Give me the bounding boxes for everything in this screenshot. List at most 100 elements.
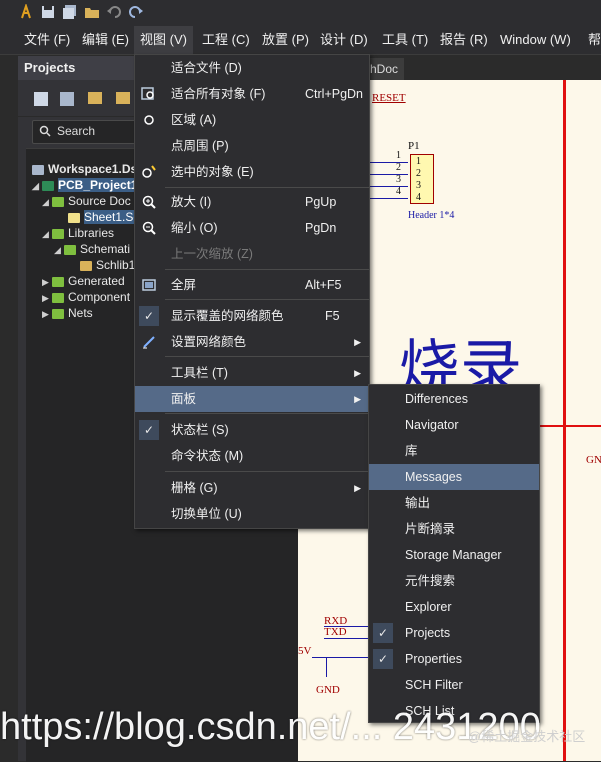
menu-item-status-bar[interactable]: ✓ 状态栏 (S) (135, 417, 369, 443)
search-icon (39, 125, 51, 137)
check-icon: ✓ (139, 420, 159, 440)
menu-item-panels[interactable]: 面板 ▶ (135, 386, 369, 412)
menu-file[interactable]: 文件 (F) (18, 26, 76, 54)
expand-icon[interactable]: ◢ (42, 226, 50, 242)
txd-net-label: TXD (324, 626, 347, 638)
collapse-icon[interactable]: ▶ (42, 274, 50, 290)
check-icon: ✓ (139, 306, 159, 326)
tree-item-workspace[interactable]: Workspace1.Dsn (32, 161, 145, 177)
wire (368, 162, 408, 163)
menu-item-fullscreen[interactable]: 全屏 Alt+F5 (135, 272, 369, 298)
fullscreen-icon (142, 279, 156, 291)
wire (312, 657, 368, 658)
menu-bar: 文件 (F) 编辑 (E) 视图 (V) 工程 (C) 放置 (P) 设计 (D… (0, 26, 601, 55)
menu-item-command-status[interactable]: 命令状态 (M) (135, 443, 369, 469)
menu-item-toggle-units[interactable]: 切换单位 (U) (135, 501, 369, 527)
menu-item-zoom-in[interactable]: 放大 (I) PgUp (135, 189, 369, 215)
folder-icon (52, 196, 64, 207)
expand-icon[interactable]: ◢ (42, 194, 50, 210)
menu-item-set-net-color[interactable]: 设置网络颜色 ▶ (135, 329, 369, 355)
panel-item-properties[interactable]: ✓ Properties (369, 646, 539, 672)
redo-icon[interactable] (128, 4, 144, 20)
pin-number: 3 (396, 174, 401, 185)
menu-item-grids[interactable]: 栅格 (G) ▶ (135, 475, 369, 501)
open-project-icon[interactable] (88, 92, 102, 104)
menu-item-fit-document[interactable]: 适合文件 (D) (135, 55, 369, 81)
panel-item-explorer[interactable]: Explorer (369, 594, 539, 620)
tree-item-schematic-libraries[interactable]: ◢ Schemati (54, 241, 130, 257)
tree-item-schlib1[interactable]: Schlib1 (80, 257, 135, 273)
search-placeholder: Search (57, 124, 96, 138)
menu-item-selected-objects[interactable]: 选中的对象 (E) (135, 159, 369, 185)
menu-item-show-net-color[interactable]: ✓ 显示覆盖的网络颜色 F5 (135, 303, 369, 329)
panel-item-storage-manager[interactable]: Storage Manager (369, 542, 539, 568)
collapse-icon[interactable]: ▶ (42, 290, 50, 306)
wire (368, 174, 408, 175)
expand-icon[interactable]: ◢ (32, 178, 40, 194)
menu-place[interactable]: 放置 (P) (256, 26, 315, 54)
menu-item-area[interactable]: 区域 (A) (135, 107, 369, 133)
open-folder-icon[interactable] (84, 4, 100, 20)
sheet-border-line (563, 80, 566, 761)
menu-item-fit-all-objects[interactable]: 适合所有对象 (F) Ctrl+PgDn (135, 81, 369, 107)
panel-item-library[interactable]: 库 (369, 438, 539, 464)
tree-item-nets[interactable]: ▶ Nets (42, 305, 93, 321)
submenu-arrow-icon: ▶ (354, 368, 361, 378)
save-project-icon[interactable] (34, 92, 48, 106)
menu-item-zoom-out[interactable]: 缩小 (O) PgDn (135, 215, 369, 241)
wire (324, 638, 370, 639)
menu-separator (165, 413, 369, 414)
save-all-icon[interactable] (62, 4, 78, 20)
undo-icon[interactable] (106, 4, 122, 20)
schlib-icon (80, 260, 92, 271)
pin-number: 1 (416, 156, 421, 167)
area-icon (144, 115, 154, 125)
tree-item-libraries[interactable]: ◢ Libraries (42, 225, 114, 241)
panel-item-navigator[interactable]: Navigator (369, 412, 539, 438)
tree-item-project[interactable]: ◢ PCB_Project1. (32, 177, 141, 193)
panel-item-snippets[interactable]: 片断摘录 (369, 516, 539, 542)
collapse-icon[interactable]: ▶ (42, 306, 50, 322)
panel-item-sch-filter[interactable]: SCH Filter (369, 672, 539, 698)
tree-item-sheet1[interactable]: Sheet1.Sc (68, 209, 140, 225)
project-options-icon[interactable] (116, 92, 130, 104)
zoom-in-icon (142, 195, 156, 209)
menu-help[interactable]: 帮 (582, 26, 601, 54)
menu-item-previous-zoom: 上一次缩放 (Z) (171, 247, 253, 261)
menu-design[interactable]: 设计 (D) (314, 26, 374, 54)
panel-item-component-search[interactable]: 元件搜索 (369, 568, 539, 594)
menu-tools[interactable]: 工具 (T) (376, 26, 434, 54)
tree-item-source-documents[interactable]: ◢ Source Doc (42, 193, 131, 209)
wire (368, 198, 408, 199)
menu-reports[interactable]: 报告 (R) (434, 26, 494, 54)
folder-icon (64, 244, 76, 255)
pin-number: 2 (396, 162, 401, 173)
panel-item-projects[interactable]: ✓ Projects (369, 620, 539, 646)
p1-designator: P1 (408, 140, 420, 152)
check-icon: ✓ (373, 649, 393, 669)
header-comment: Header 1*4 (408, 210, 455, 221)
panel-item-messages[interactable]: Messages (369, 464, 539, 490)
expand-icon[interactable]: ◢ (54, 242, 62, 258)
menu-view[interactable]: 视图 (V) (134, 26, 193, 54)
menu-window[interactable]: Window (W) (494, 26, 577, 54)
tree-item-generated[interactable]: ▶ Generated (42, 273, 125, 289)
menu-item-toolbars[interactable]: 工具栏 (T) ▶ (135, 360, 369, 386)
projects-panel-title: Projects (24, 60, 76, 75)
menu-project[interactable]: 工程 (C) (196, 26, 256, 54)
menu-item-around-point[interactable]: 点周围 (P) (135, 133, 369, 159)
panel-item-output[interactable]: 输出 (369, 490, 539, 516)
panel-item-differences[interactable]: Differences (369, 386, 539, 412)
gnd-partial-label: GN (586, 454, 601, 466)
menu-separator (165, 299, 369, 300)
pin-number: 1 (396, 150, 401, 161)
menu-edit[interactable]: 编辑 (E) (76, 26, 135, 54)
wire (368, 186, 408, 187)
menu-separator (165, 269, 369, 270)
folder-icon (52, 292, 64, 303)
save-icon[interactable] (40, 4, 56, 20)
gnd-label: GND (316, 684, 340, 696)
compile-icon[interactable] (60, 92, 74, 106)
tree-item-components[interactable]: ▶ Component (42, 289, 130, 305)
selected-obj-icon (142, 165, 156, 178)
